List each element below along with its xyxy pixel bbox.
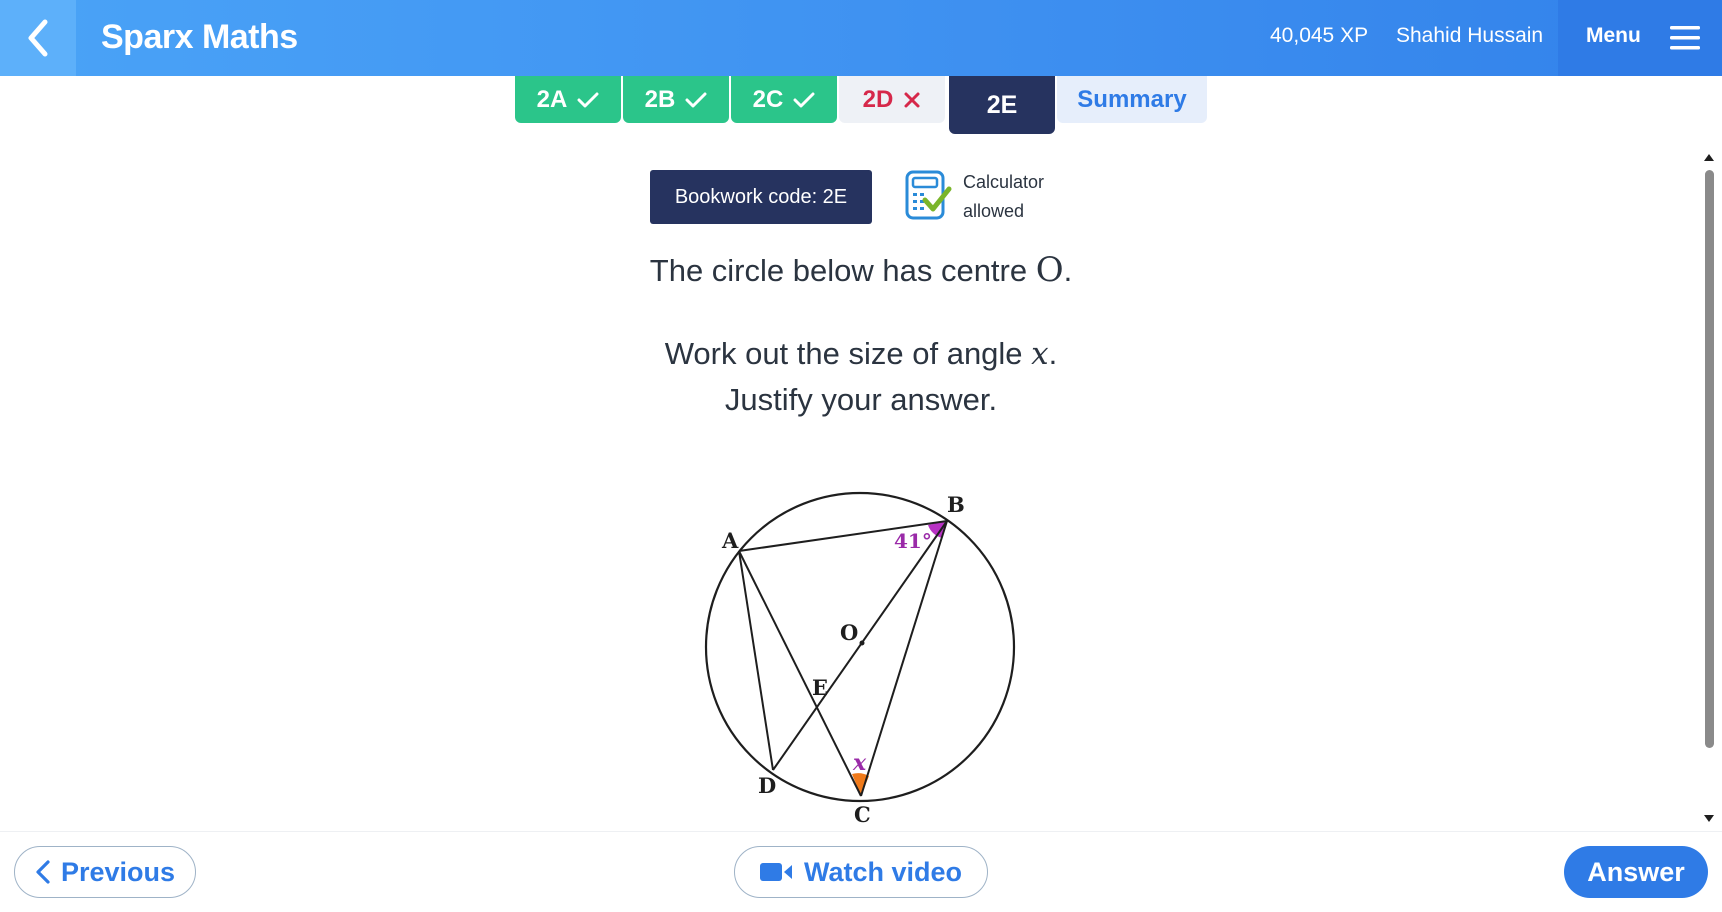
answer-label: Answer bbox=[1587, 856, 1685, 887]
calculator-line1: Calculator bbox=[963, 172, 1045, 192]
answer-button[interactable]: Answer bbox=[1564, 846, 1708, 898]
user-name[interactable]: Shahid Hussain bbox=[1396, 24, 1543, 48]
math-symbol: O bbox=[1035, 250, 1064, 290]
centre-point bbox=[859, 640, 865, 646]
label-o: O bbox=[840, 620, 858, 645]
punctuation: . bbox=[1063, 253, 1073, 288]
video-camera-icon bbox=[759, 863, 792, 881]
tab-2e[interactable]: 2E bbox=[949, 76, 1055, 134]
check-icon bbox=[685, 92, 707, 107]
question-line-3: Justify your answer. bbox=[724, 382, 998, 417]
footer-divider bbox=[0, 831, 1722, 832]
label-b: B bbox=[947, 492, 965, 517]
punctuation: . bbox=[1048, 336, 1058, 371]
bookwork-code: Bookwork code: 2E bbox=[650, 170, 872, 224]
xp-count: 40,045 XP bbox=[1270, 24, 1369, 47]
top-bar: Sparx Maths 40,045 XP Shahid Hussain Men… bbox=[0, 0, 1722, 76]
line-bd bbox=[772, 520, 948, 771]
tab-2b[interactable]: 2B bbox=[623, 76, 729, 123]
check-icon bbox=[793, 92, 815, 107]
question-line-1: The circle below has centre O. bbox=[0, 250, 1722, 290]
watch-video-label: Watch video bbox=[803, 856, 963, 887]
tab-2c[interactable]: 2C bbox=[731, 76, 837, 123]
chevron-left-icon bbox=[36, 860, 50, 884]
calculator-icon bbox=[905, 170, 952, 220]
menu-icon bbox=[1670, 26, 1700, 50]
menu-button[interactable]: Menu bbox=[1558, 0, 1722, 76]
scroll-down-arrow[interactable] bbox=[1704, 815, 1714, 822]
tab-label: 2B bbox=[644, 85, 676, 113]
circle-diagram: A B C D E O 41° x bbox=[704, 491, 1016, 827]
tab-label: 2A bbox=[536, 85, 568, 113]
tab-label: 2C bbox=[752, 85, 784, 113]
menu-label: Menu bbox=[1586, 24, 1641, 47]
previous-label: Previous bbox=[60, 856, 176, 887]
scrollbar[interactable] bbox=[1701, 150, 1717, 826]
question-line-2: Work out the size of angle x. bbox=[0, 336, 1722, 372]
label-d: D bbox=[758, 773, 776, 798]
question-text: The circle below has centre bbox=[649, 253, 1036, 288]
unknown-angle-label: x bbox=[852, 750, 867, 776]
previous-button[interactable]: Previous bbox=[14, 846, 196, 898]
tab-2a[interactable]: 2A bbox=[515, 76, 621, 123]
calculator-status: Calculator allowed bbox=[963, 168, 1044, 226]
back-chevron-icon bbox=[28, 19, 48, 57]
label-e: E bbox=[812, 675, 828, 700]
calculator-line2: allowed bbox=[963, 201, 1025, 221]
tab-2d[interactable]: 2D bbox=[839, 76, 945, 123]
question-text: Work out the size of angle bbox=[664, 336, 1032, 371]
scroll-up-arrow[interactable] bbox=[1704, 154, 1714, 161]
cross-icon bbox=[904, 92, 920, 107]
app-title: Sparx Maths bbox=[101, 18, 298, 56]
tab-summary[interactable]: Summary bbox=[1057, 76, 1207, 123]
line-bc bbox=[860, 520, 948, 797]
check-icon bbox=[577, 92, 599, 107]
watch-video-button[interactable]: Watch video bbox=[734, 846, 988, 898]
given-angle-label: 41° bbox=[894, 529, 932, 553]
math-symbol: x bbox=[1031, 336, 1049, 372]
tab-label: 2D bbox=[862, 85, 894, 113]
label-c: C bbox=[854, 802, 871, 827]
tab-label: 2E bbox=[986, 90, 1018, 119]
label-a: A bbox=[721, 528, 739, 553]
tab-label: Summary bbox=[1077, 85, 1187, 113]
back-button[interactable] bbox=[0, 0, 76, 76]
scroll-thumb[interactable] bbox=[1705, 170, 1714, 748]
